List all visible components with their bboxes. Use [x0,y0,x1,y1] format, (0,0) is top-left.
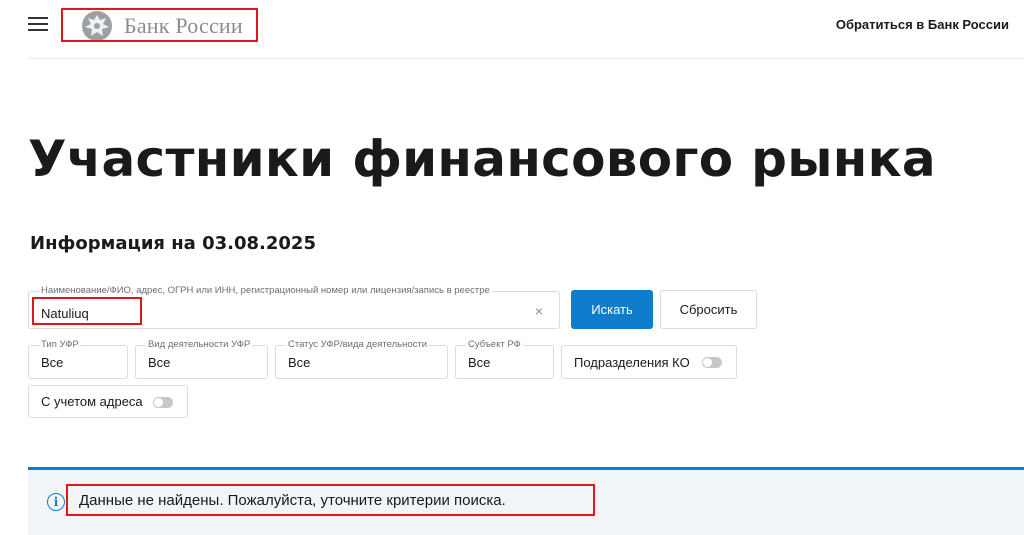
highlight-box-logo [61,8,258,42]
subject-filter-label: Субъект РФ [466,339,523,351]
highlight-box-input [32,297,142,325]
page-title: Участники финансового рынка [28,130,936,188]
contact-bank-link[interactable]: Обратиться в Банк России [836,17,1009,32]
search-input-label: Наименование/ФИО, адрес, ОГРН или ИНН, р… [39,285,492,297]
status-filter-value: Все [288,355,311,370]
highlight-box-alert [66,484,595,516]
menu-icon-bar [28,29,48,31]
ko-divisions-toggle[interactable]: Подразделения КО [561,345,737,379]
menu-icon[interactable] [28,16,48,32]
activity-filter-value: Все [148,355,171,370]
type-filter-label: Тип УФР [39,339,81,351]
search-button[interactable]: Искать [571,290,653,329]
address-toggle-label: С учетом адреса [41,394,143,409]
ko-divisions-label: Подразделения КО [574,354,690,370]
header-divider [28,58,1024,59]
reset-button[interactable]: Сбросить [660,290,757,329]
status-filter-select[interactable]: Статус УФР/вида деятельности Все [275,339,448,379]
status-filter-label: Статус УФР/вида деятельности [286,339,430,351]
type-filter-value: Все [41,355,64,370]
address-toggle[interactable]: С учетом адреса [28,385,188,418]
info-date-heading: Информация на 03.08.2025 [30,233,316,254]
subject-filter-value: Все [468,355,491,370]
type-filter-select[interactable]: Тип УФР Все [28,339,128,379]
toggle-switch-icon[interactable] [153,397,173,408]
activity-filter-label: Вид деятельности УФР [146,339,253,351]
activity-filter-select[interactable]: Вид деятельности УФР Все [135,339,268,379]
menu-icon-bar [28,17,48,19]
subject-filter-select[interactable]: Субъект РФ Все [455,339,554,379]
clear-icon[interactable]: × [535,303,543,319]
menu-icon-bar [28,23,48,25]
toggle-switch-icon[interactable] [702,357,722,368]
info-icon: i [47,493,65,511]
